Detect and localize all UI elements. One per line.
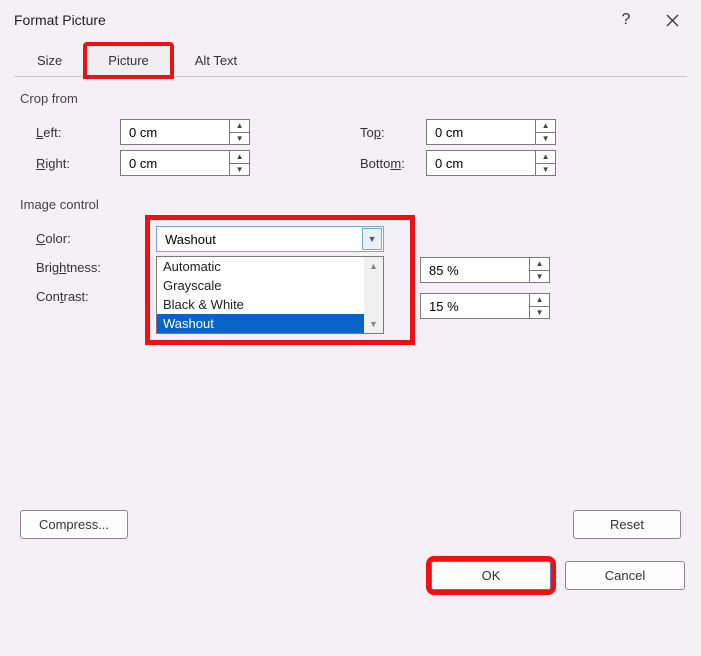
chevron-down-icon[interactable]: ▼ bbox=[536, 164, 555, 176]
label-right: Right: bbox=[20, 156, 120, 171]
help-button[interactable]: ? bbox=[603, 5, 649, 35]
chevron-up-icon[interactable]: ▲ bbox=[536, 120, 555, 133]
crop-top-input[interactable] bbox=[427, 120, 535, 144]
chevron-down-icon[interactable]: ▼ bbox=[230, 164, 249, 176]
contrast-input[interactable] bbox=[421, 294, 529, 318]
crop-right-input[interactable] bbox=[121, 151, 229, 175]
tab-alttext[interactable]: Alt Text bbox=[172, 44, 260, 77]
chevron-up-icon[interactable]: ▲ bbox=[530, 294, 549, 307]
brightness-input[interactable] bbox=[421, 258, 529, 282]
color-option-washout[interactable]: Washout bbox=[157, 314, 383, 333]
color-selected-value[interactable] bbox=[157, 227, 361, 251]
close-icon bbox=[666, 14, 679, 27]
chevron-down-icon[interactable]: ▼ bbox=[362, 228, 382, 250]
label-brightness: Brightness: bbox=[20, 260, 120, 275]
label-left: Left: bbox=[20, 125, 120, 140]
color-option-blackwhite[interactable]: Black & White bbox=[157, 295, 383, 314]
dialog-title: Format Picture bbox=[14, 12, 603, 28]
reset-button[interactable]: Reset bbox=[573, 510, 681, 539]
crop-left-spinner[interactable]: ▲▼ bbox=[120, 119, 250, 145]
color-dropdown-highlight: ▼ Automatic Grayscale Black & White Wash… bbox=[150, 220, 410, 340]
crop-right-spinner[interactable]: ▲▼ bbox=[120, 150, 250, 176]
listbox-scrollbar[interactable]: ▲ ▼ bbox=[364, 257, 383, 333]
chevron-down-icon[interactable]: ▼ bbox=[530, 307, 549, 319]
label-contrast: Contrast: bbox=[20, 289, 120, 304]
crop-top-spinner[interactable]: ▲▼ bbox=[426, 119, 556, 145]
section-crop-from: Crop from bbox=[20, 91, 681, 106]
color-option-automatic[interactable]: Automatic bbox=[157, 257, 383, 276]
chevron-down-icon[interactable]: ▼ bbox=[230, 133, 249, 145]
chevron-down-icon[interactable]: ▼ bbox=[536, 133, 555, 145]
color-combobox[interactable]: ▼ bbox=[156, 226, 384, 252]
tab-picture[interactable]: Picture bbox=[85, 44, 171, 77]
title-bar: Format Picture ? bbox=[0, 0, 701, 40]
chevron-up-icon[interactable]: ▲ bbox=[536, 151, 555, 164]
contrast-spinner[interactable]: ▲▼ bbox=[420, 293, 550, 319]
chevron-up-icon[interactable]: ▲ bbox=[230, 120, 249, 133]
section-image-control: Image control bbox=[20, 197, 681, 212]
color-listbox[interactable]: Automatic Grayscale Black & White Washou… bbox=[156, 256, 384, 334]
ok-button[interactable]: OK bbox=[431, 561, 551, 590]
close-button[interactable] bbox=[649, 5, 695, 35]
crop-left-input[interactable] bbox=[121, 120, 229, 144]
chevron-up-icon[interactable]: ▲ bbox=[530, 258, 549, 271]
scroll-up-icon[interactable]: ▲ bbox=[364, 257, 383, 275]
crop-bottom-spinner[interactable]: ▲▼ bbox=[426, 150, 556, 176]
cancel-button[interactable]: Cancel bbox=[565, 561, 685, 590]
crop-bottom-input[interactable] bbox=[427, 151, 535, 175]
compress-button[interactable]: Compress... bbox=[20, 510, 128, 539]
label-bottom: Bottom: bbox=[330, 156, 426, 171]
scroll-down-icon[interactable]: ▼ bbox=[364, 315, 383, 333]
chevron-down-icon[interactable]: ▼ bbox=[530, 271, 549, 283]
tab-size[interactable]: Size bbox=[14, 44, 85, 77]
label-color: Color: bbox=[20, 231, 120, 246]
brightness-spinner[interactable]: ▲▼ bbox=[420, 257, 550, 283]
color-option-grayscale[interactable]: Grayscale bbox=[157, 276, 383, 295]
chevron-up-icon[interactable]: ▲ bbox=[230, 151, 249, 164]
label-top: Top: bbox=[330, 125, 426, 140]
tab-strip: Size Picture Alt Text bbox=[14, 44, 687, 77]
